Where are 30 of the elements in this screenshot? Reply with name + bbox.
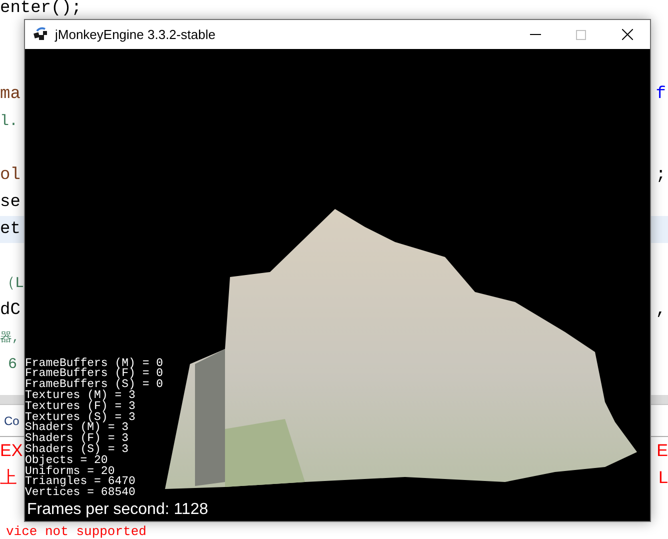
code-fragment: ;: [656, 167, 667, 184]
code-fragment: l.: [0, 114, 18, 129]
output-tab[interactable]: Co: [4, 412, 20, 430]
minimize-icon: [530, 34, 540, 36]
code-fragment: ol: [0, 167, 20, 184]
stats-text: Textures (M) = 3: [25, 391, 136, 402]
code-fragment: 6: [7, 357, 18, 372]
error-text: 上: [0, 469, 17, 486]
close-icon: [622, 29, 632, 40]
code-fragment: f: [656, 86, 667, 103]
code-fragment: ma: [0, 86, 20, 103]
error-text: EX: [0, 442, 23, 459]
stats-text: Shaders (S) = 3: [25, 445, 130, 456]
stats-text: Objects = 20: [25, 456, 108, 467]
fps-text: Frames per second: 1128: [26, 500, 208, 520]
error-text: E: [656, 442, 668, 459]
code-fragment: （L: [0, 276, 24, 291]
code-fragment: se: [0, 194, 20, 211]
stats-text: Textures (F) = 3: [25, 402, 136, 413]
code-fragment: 器,: [0, 332, 20, 344]
code-fragment: ,: [656, 302, 667, 319]
app-logo-icon: [33, 26, 49, 42]
error-text: L: [658, 469, 668, 486]
code-fragment: dC: [0, 302, 20, 319]
stats-text: Vertices = 68540: [25, 488, 136, 499]
window-title: jMonkeyEngine 3.3.2-stable: [55, 26, 216, 44]
code-fragment: et: [0, 221, 20, 238]
error-text: vice not supported: [5, 524, 146, 538]
code-fragment: enter();: [0, 0, 82, 17]
maximize-icon: [576, 30, 586, 40]
